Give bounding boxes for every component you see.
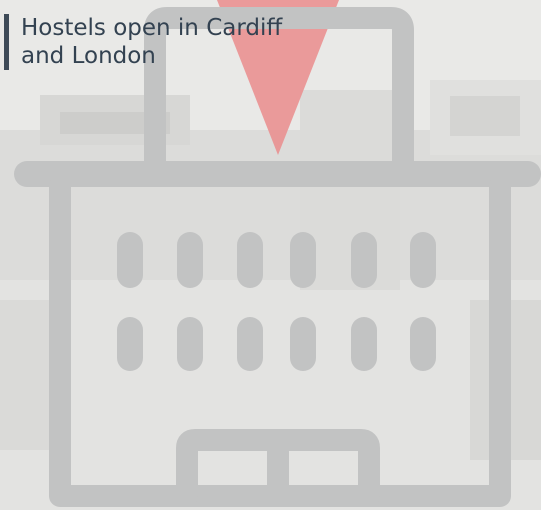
- caption-line-2: and London: [21, 43, 156, 69]
- slide-caption: Hostels open in Cardiff and London: [4, 14, 282, 70]
- hostel-slide: Hostels open in Cardiff and London: [0, 0, 541, 510]
- caption-line-1: Hostels open in Cardiff: [21, 15, 283, 41]
- building-illustration: [14, 0, 541, 507]
